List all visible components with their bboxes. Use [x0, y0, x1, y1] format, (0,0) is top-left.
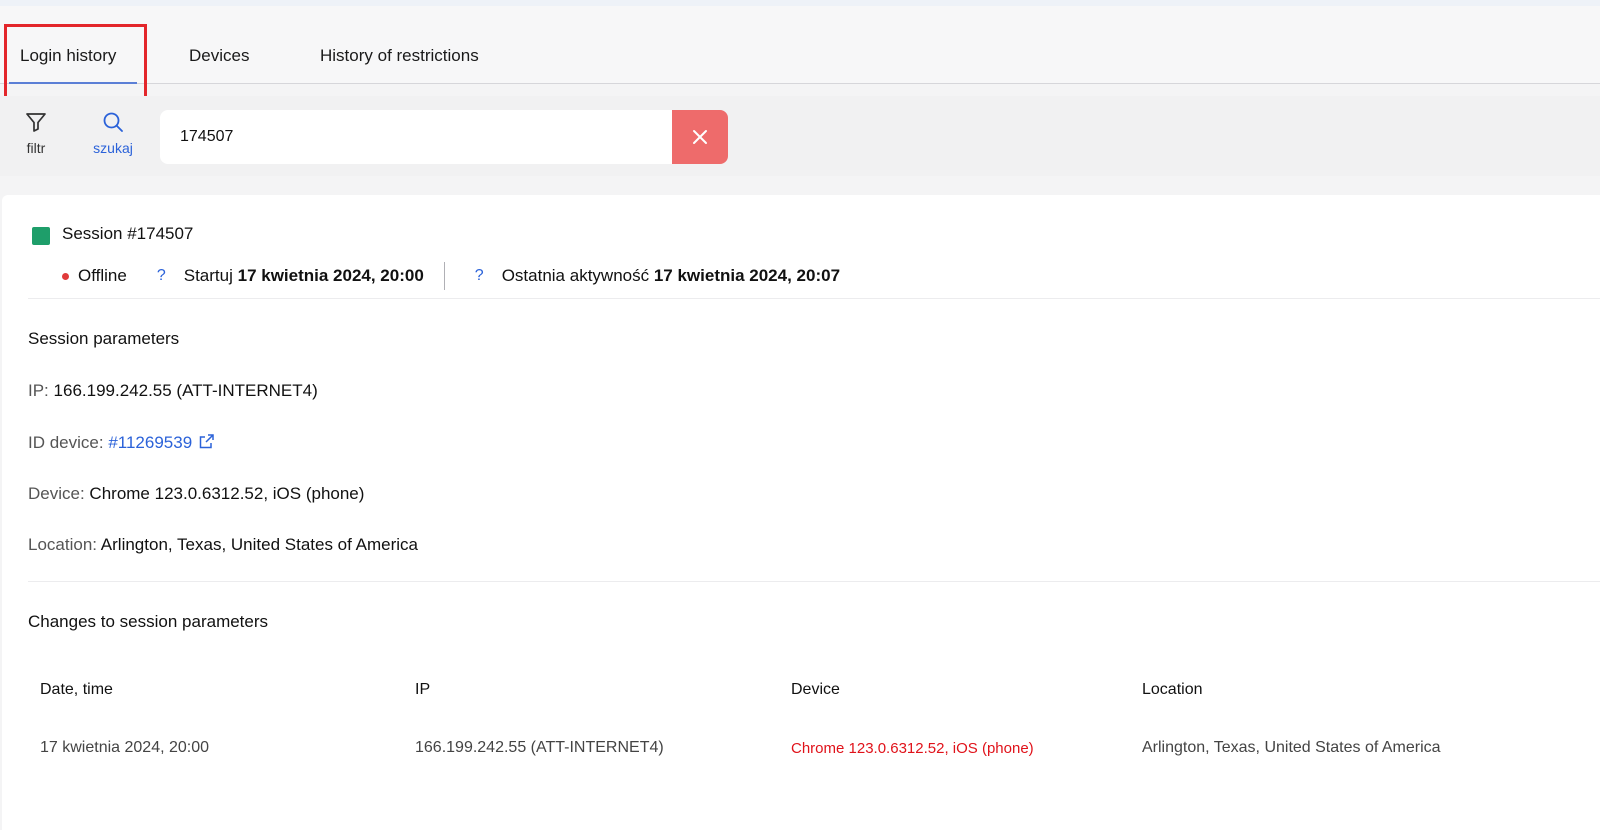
device-id-label: ID device: [28, 433, 104, 452]
start-label: Startuj [183, 266, 233, 285]
cell-location: Arlington, Texas, United States of Ameri… [1142, 739, 1441, 756]
column-header-location: Location [1142, 681, 1203, 698]
help-icon[interactable]: ? [475, 267, 484, 285]
cell-device: Chrome 123.0.6312.52, iOS (phone) [791, 740, 1034, 757]
cell-ip: 166.199.242.55 (ATT-INTERNET4) [415, 739, 664, 756]
cell-datetime: 17 kwietnia 2024, 20:00 [40, 739, 210, 756]
divider [28, 581, 1600, 582]
param-device-id: ID device: #11269539 [28, 433, 215, 453]
device-id-link[interactable]: #11269539 [108, 433, 192, 452]
session-parameters-title: Session parameters [28, 329, 180, 348]
external-link-icon[interactable] [198, 433, 215, 450]
device-label: Device: [28, 484, 85, 503]
param-ip: IP: 166.199.242.55 (ATT-INTERNET4) [28, 381, 318, 401]
search-button[interactable]: szukaj [83, 110, 143, 156]
offline-dot [62, 272, 69, 280]
location-label: Location: [28, 535, 97, 554]
clear-search-button[interactable] [672, 110, 728, 164]
tabs-bar: Login history Devices History of restric… [0, 6, 1600, 84]
param-location: Location: Arlington, Texas, United State… [28, 535, 418, 555]
column-header-datetime: Date, time [40, 681, 113, 698]
last-activity-label: Ostatnia aktywność [501, 266, 650, 285]
search-input[interactable] [160, 110, 672, 164]
tab-history-of-restrictions[interactable]: History of restrictions [320, 46, 479, 66]
column-header-ip: IP [415, 681, 431, 698]
param-device: Device: Chrome 123.0.6312.52, iOS (phone… [28, 484, 364, 504]
session-status-square [32, 227, 50, 245]
separator [443, 262, 445, 290]
session-status-row: Offline ? Startuj 17 kwietnia 2024, 20:0… [62, 262, 841, 290]
filter-button[interactable]: filtr [6, 110, 66, 156]
status-text: Offline [78, 266, 127, 285]
start-value: 17 kwietnia 2024, 20:00 [237, 266, 424, 285]
filter-label: filtr [26, 140, 46, 156]
device-value: Chrome 123.0.6312.52, iOS (phone) [89, 484, 365, 503]
column-header-device: Device [791, 681, 840, 698]
filter-icon [26, 113, 46, 132]
location-value: Arlington, Texas, United States of Ameri… [100, 535, 418, 554]
help-icon[interactable]: ? [157, 267, 166, 285]
ip-label: IP: [28, 381, 49, 400]
changes-title: Changes to session parameters [28, 612, 269, 631]
close-icon [693, 130, 707, 144]
search-label: szukaj [93, 140, 133, 156]
session-title: Session #174507 [62, 224, 194, 243]
active-tab-indicator [9, 82, 137, 84]
ip-value: 166.199.242.55 (ATT-INTERNET4) [53, 381, 318, 400]
tab-login-history[interactable]: Login history [20, 46, 116, 66]
toolbar: filtr szukaj [0, 96, 1600, 176]
search-icon [103, 112, 123, 132]
session-panel: Session #174507 Offline ? Startuj 17 kwi… [2, 195, 1600, 830]
divider [28, 298, 1600, 299]
tab-devices[interactable]: Devices [189, 46, 249, 66]
last-activity-value: 17 kwietnia 2024, 20:07 [653, 266, 841, 285]
